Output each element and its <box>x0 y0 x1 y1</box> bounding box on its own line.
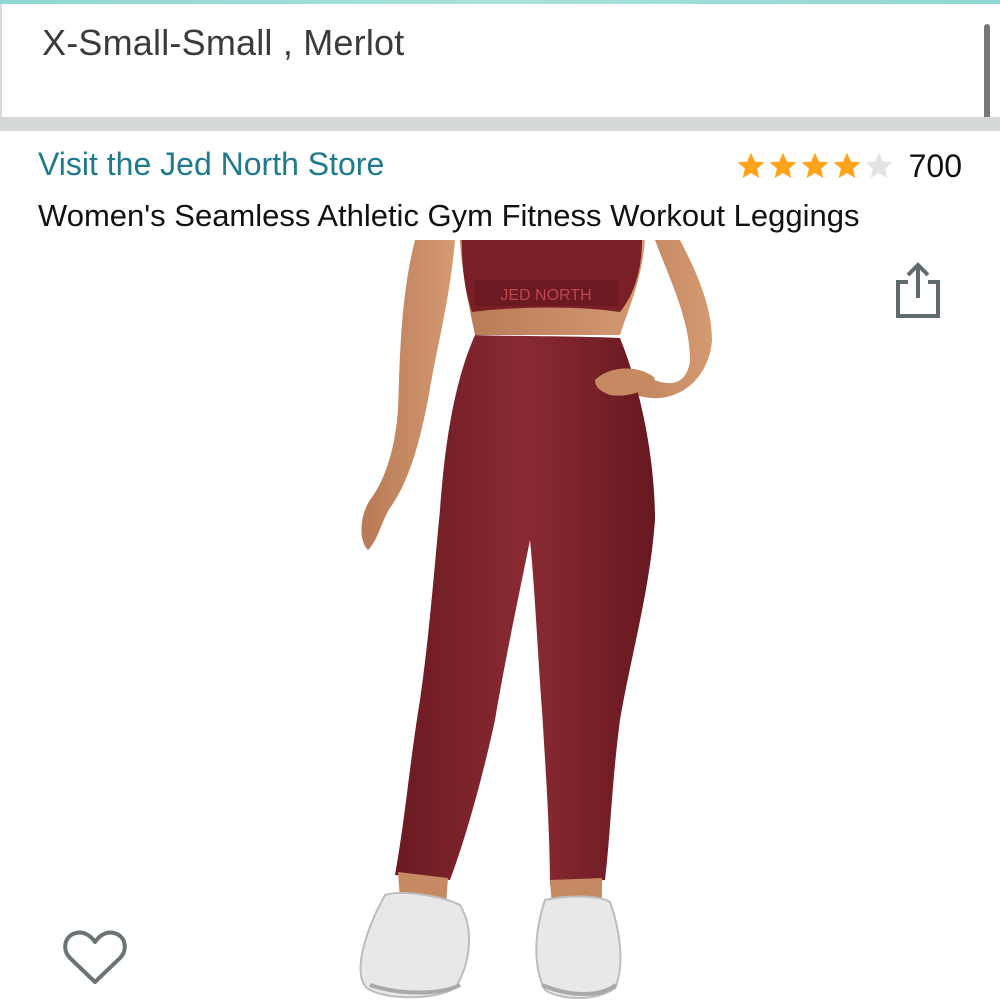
rating-summary[interactable]: 700 <box>735 146 962 186</box>
star-icon <box>833 152 860 178</box>
section-divider <box>0 117 1000 131</box>
variant-selector[interactable]: X-Small-Small , Merlot <box>0 4 1000 122</box>
star-empty-icon <box>865 152 892 178</box>
star-icon <box>769 152 796 178</box>
star-icon <box>801 152 828 178</box>
share-icon <box>896 262 940 318</box>
scrollbar[interactable] <box>984 24 990 122</box>
product-title: Women's Seamless Athletic Gym Fitness Wo… <box>38 198 860 233</box>
heart-outline-icon <box>63 930 127 984</box>
star-rating <box>735 150 895 182</box>
product-detail-page: X-Small-Small , Merlot Visit the Jed Nor… <box>0 0 1000 1000</box>
share-button[interactable] <box>890 260 946 320</box>
product-image[interactable]: JED NORTH <box>250 240 750 1000</box>
store-link[interactable]: Visit the Jed North Store <box>38 146 384 183</box>
star-icon <box>737 152 764 178</box>
bra-band-text: JED NORTH <box>500 287 591 304</box>
variant-selection-text: X-Small-Small , Merlot <box>42 22 405 63</box>
rating-count: 700 <box>908 147 962 184</box>
wishlist-button[interactable] <box>62 928 128 988</box>
